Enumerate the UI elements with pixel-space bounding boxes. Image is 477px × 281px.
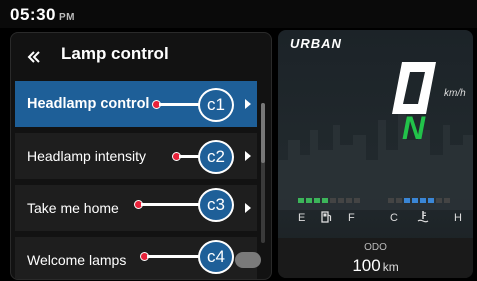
- callout-c4: c4: [198, 240, 234, 274]
- callout-line-c3: [141, 203, 201, 206]
- menu-header: Lamp control: [11, 33, 271, 77]
- fuel-full-label: F: [348, 212, 355, 224]
- callout-line-c1: [159, 103, 201, 106]
- back-button[interactable]: [21, 43, 47, 69]
- status-bar: 05:30 PM: [0, 0, 477, 28]
- coolant-temperature-icon: [417, 211, 429, 223]
- scrollbar[interactable]: [261, 103, 265, 243]
- callout-c1: c1: [198, 88, 234, 122]
- fuel-empty-label: E: [298, 212, 306, 224]
- back-chevron-icon: [27, 51, 40, 63]
- speed-digit-display: [392, 62, 436, 114]
- chevron-right-icon: [245, 151, 251, 161]
- menu-item-label: Headlamp control: [27, 96, 150, 112]
- chevron-right-icon: [245, 99, 251, 109]
- odo-unit: km: [382, 260, 399, 274]
- brand-logo: URBAN: [290, 36, 342, 51]
- fuel-pump-icon: [321, 211, 332, 223]
- instrument-cluster: URBAN km/h N E F C H ODO 100 km: [278, 30, 473, 278]
- speed-unit: km/h: [444, 88, 466, 99]
- menu-item-label: Take me home: [27, 200, 119, 216]
- gear-indicator: N: [402, 110, 426, 146]
- odo-label: ODO: [364, 242, 387, 253]
- welcome-lamps-toggle[interactable]: [235, 252, 261, 268]
- temp-cold-label: C: [390, 212, 398, 224]
- callout-c3: c3: [198, 188, 234, 222]
- temp-hot-label: H: [454, 212, 462, 224]
- city-skyline-graphic: [278, 110, 473, 210]
- clock-time: 05:30: [10, 5, 56, 24]
- menu-item-label: Welcome lamps: [27, 252, 127, 268]
- chevron-right-icon: [245, 203, 251, 213]
- menu-item-label: Headlamp intensity: [27, 148, 147, 164]
- callout-line-c4: [147, 255, 201, 258]
- clock: 05:30 PM: [10, 5, 75, 25]
- clock-ampm: PM: [58, 12, 75, 23]
- page-title: Lamp control: [61, 44, 169, 63]
- odo-readout: 100 km: [278, 256, 473, 276]
- scroll-thumb[interactable]: [261, 103, 265, 163]
- callout-c2: c2: [198, 140, 234, 174]
- odo-value: 100: [352, 256, 381, 275]
- odometer: ODO 100 km: [278, 238, 473, 278]
